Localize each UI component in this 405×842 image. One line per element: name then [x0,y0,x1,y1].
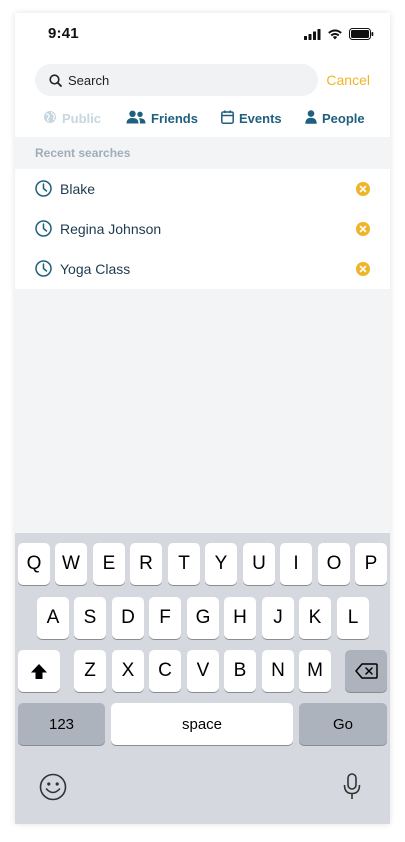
recent-searches-title: Recent searches [35,146,131,160]
globe-icon [43,110,57,127]
wifi-icon [327,27,343,45]
key-f[interactable]: F [149,597,181,639]
close-icon [359,185,367,193]
status-time: 9:41 [48,25,79,42]
search-icon [49,73,62,87]
key-b[interactable]: B [224,650,256,692]
key-v[interactable]: V [187,650,219,692]
status-bar: 9:41 [15,13,390,57]
space-key[interactable]: space [111,703,293,745]
clock-icon [35,220,52,237]
key-z[interactable]: Z [74,650,106,692]
search-box[interactable] [35,64,318,96]
search-row: Cancel [15,64,390,96]
filter-public-label: Public [62,110,102,126]
recent-searches-list: Blake Regina Johnson Yoga Class [15,169,390,289]
list-item[interactable]: Yoga Class [15,249,390,289]
filter-people[interactable]: People [305,108,365,128]
key-i[interactable]: I [280,543,312,585]
emoji-icon[interactable] [39,773,67,806]
clock-icon [35,180,52,197]
go-key[interactable]: Go [299,703,387,745]
filter-friends[interactable]: Friends [126,108,198,128]
list-item[interactable]: Regina Johnson [15,209,390,249]
empty-area [15,289,390,533]
key-r[interactable]: R [130,543,162,585]
filter-public[interactable]: Public [43,108,101,128]
list-item[interactable]: Blake [15,169,390,209]
filter-people-label: People [322,110,365,126]
cellular-signal-icon [304,27,321,45]
key-s[interactable]: S [74,597,106,639]
remove-search-button[interactable] [356,222,370,236]
phone-screen: 9:41 Cancel Public [15,13,390,824]
backspace-key[interactable] [345,650,387,692]
key-d[interactable]: D [112,597,144,639]
clock-icon [35,260,52,277]
key-w[interactable]: W [55,543,87,585]
backspace-icon [354,663,378,679]
filter-friends-label: Friends [151,110,198,126]
friends-icon [126,110,146,127]
remove-search-button[interactable] [356,182,370,196]
key-n[interactable]: N [262,650,294,692]
search-input[interactable] [68,72,268,88]
close-icon [359,225,367,233]
key-g[interactable]: G [187,597,219,639]
numbers-key[interactable]: 123 [18,703,105,745]
key-x[interactable]: X [112,650,144,692]
calendar-icon [221,110,234,127]
remove-search-button[interactable] [356,262,370,276]
keyboard: Q W E R T Y U I O P A S D F G H J K L Z … [15,533,390,824]
battery-icon [349,27,374,45]
filter-tabs: Public Friends Events People [15,108,390,128]
person-icon [305,109,317,127]
microphone-icon[interactable] [343,773,361,806]
shift-key[interactable] [18,650,60,692]
key-p[interactable]: P [355,543,387,585]
key-h[interactable]: H [224,597,256,639]
cancel-button[interactable]: Cancel [326,72,370,88]
key-m[interactable]: M [299,650,331,692]
key-a[interactable]: A [37,597,69,639]
filter-events[interactable]: Events [221,108,282,128]
recent-search-label: Yoga Class [60,261,131,277]
shift-icon [31,663,47,679]
close-icon [359,265,367,273]
key-e[interactable]: E [93,543,125,585]
recent-search-label: Blake [60,181,96,197]
key-o[interactable]: O [318,543,350,585]
key-u[interactable]: U [243,543,275,585]
key-t[interactable]: T [168,543,200,585]
key-c[interactable]: C [149,650,181,692]
recent-search-label: Regina Johnson [60,221,162,237]
key-y[interactable]: Y [205,543,237,585]
key-j[interactable]: J [262,597,294,639]
key-q[interactable]: Q [18,543,50,585]
key-l[interactable]: L [337,597,369,639]
status-icons [304,27,374,45]
recent-searches-header: Recent searches [15,137,390,169]
key-k[interactable]: K [299,597,331,639]
filter-events-label: Events [239,110,282,126]
